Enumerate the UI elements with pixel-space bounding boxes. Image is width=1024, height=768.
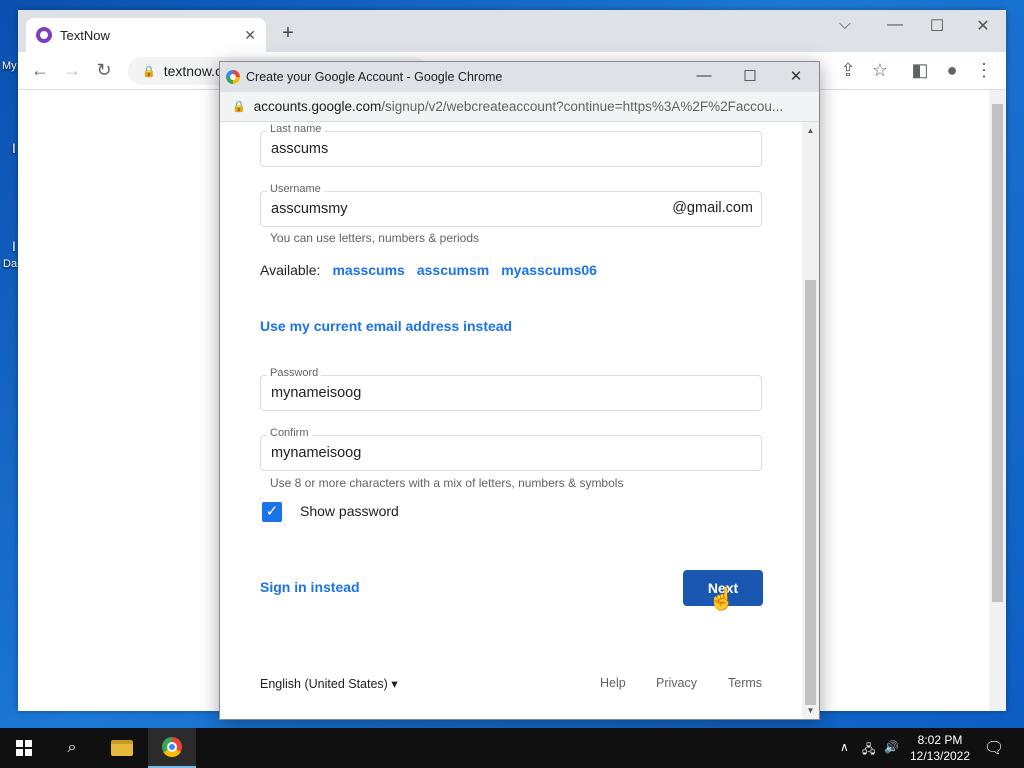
network-icon[interactable]: 🖧	[862, 740, 875, 761]
minimize-button[interactable]: —	[880, 16, 910, 34]
folder-icon	[111, 740, 133, 756]
desktop-icon-label[interactable]: I	[12, 238, 16, 254]
confirm-password-field[interactable]: Confirm mynameisoog	[260, 427, 762, 471]
help-link[interactable]: Help	[600, 676, 626, 690]
menu-icon[interactable]: ⋮	[972, 60, 996, 81]
profile-icon[interactable]: ●	[940, 60, 964, 81]
show-password-checkbox[interactable]: ✓	[262, 502, 282, 522]
password-field[interactable]: Password mynameisoog	[260, 367, 762, 411]
start-button[interactable]	[0, 728, 48, 768]
reload-icon[interactable]: ↻	[92, 60, 116, 81]
suggestion-link[interactable]: masscums	[332, 262, 404, 278]
username-hint: You can use letters, numbers & periods	[270, 231, 480, 245]
url-host: accounts.google.com	[253, 99, 382, 114]
clock-time: 8:02 PM	[917, 733, 963, 747]
username-field[interactable]: Username asscumsmy @gmail.com	[260, 183, 762, 227]
popup-scrollbar[interactable]: ▲ ▼	[802, 122, 819, 719]
field-label: Username	[267, 183, 324, 195]
close-button[interactable]: ✕	[968, 16, 998, 36]
google-signup-popup: Create your Google Account - Google Chro…	[219, 61, 820, 720]
gmail-suffix: @gmail.com	[672, 200, 753, 216]
clock[interactable]: 8:02 PM 12/13/2022	[904, 732, 976, 764]
address-text: textnow.c	[163, 63, 223, 79]
forward-icon[interactable]: →	[60, 60, 84, 81]
available-label: Available:	[260, 262, 321, 278]
file-explorer-button[interactable]	[98, 728, 146, 768]
suggestion-link[interactable]: asscumsm	[417, 262, 489, 278]
minimize-button[interactable]: —	[691, 67, 717, 84]
tab-title: TextNow	[60, 27, 110, 43]
share-icon[interactable]: ⇪	[836, 60, 860, 81]
lock-icon: 🔒	[142, 65, 156, 78]
back-icon[interactable]: ←	[28, 60, 52, 81]
close-button[interactable]: ✕	[783, 67, 809, 85]
field-label: Last name	[267, 123, 325, 135]
field-value: asscumsmy	[271, 201, 348, 217]
sign-in-instead-link[interactable]: Sign in instead	[260, 579, 360, 595]
field-value: asscums	[271, 141, 329, 157]
password-hint: Use 8 or more characters with a mix of l…	[270, 476, 624, 490]
chrome-icon	[162, 737, 182, 757]
clock-date: 12/13/2022	[909, 749, 971, 763]
popup-title: Create your Google Account - Google Chro…	[246, 70, 503, 84]
desktop-icon-label[interactable]: My	[2, 60, 17, 72]
show-password-label[interactable]: Show password	[300, 503, 399, 519]
maximize-button[interactable]: ☐	[922, 16, 952, 36]
new-tab-button[interactable]: +	[276, 22, 300, 45]
star-icon[interactable]: ☆	[868, 60, 892, 81]
tab-textnow[interactable]: TextNow ✕	[26, 18, 266, 52]
desktop-icon-label[interactable]: I	[12, 140, 16, 156]
taskbar: ⌕ ∧ 🖧 🔊 8:02 PM 12/13/2022 🗨	[0, 728, 1024, 768]
maximize-button[interactable]: ☐	[737, 67, 763, 85]
privacy-link[interactable]: Privacy	[656, 676, 697, 690]
url-path: /signup/v2/webcreateaccount?continue=htt…	[381, 99, 784, 114]
signup-form: Last name asscums Username asscumsmy @gm…	[220, 122, 804, 719]
use-current-email-link[interactable]: Use my current email address instead	[260, 318, 512, 334]
field-value: mynameisoog	[271, 385, 362, 401]
field-label: Confirm	[267, 427, 312, 439]
desktop-icon-label[interactable]: Da	[3, 258, 17, 270]
page-scrollbar[interactable]	[989, 90, 1006, 711]
close-icon[interactable]: ✕	[244, 27, 256, 44]
lock-icon: 🔒	[232, 101, 246, 113]
language-selector[interactable]: English (United States)	[260, 676, 398, 691]
tab-strip: TextNow ✕ + ⌵ — ☐ ✕	[18, 10, 1006, 52]
textnow-logo-icon	[36, 27, 52, 43]
side-panel-icon[interactable]: ◧	[908, 60, 932, 81]
notification-icon[interactable]: 🗨	[984, 738, 1004, 758]
field-value: mynameisoog	[271, 445, 362, 461]
available-usernames: Available: masscums asscumsm myasscums06	[260, 262, 597, 278]
windows-icon	[16, 740, 32, 756]
hand-cursor-icon: ☝	[708, 586, 736, 611]
chevron-up-icon[interactable]: ∧	[840, 740, 849, 754]
terms-link[interactable]: Terms	[728, 676, 762, 690]
chevron-down-icon[interactable]: ⌵	[830, 16, 860, 34]
suggestion-link[interactable]: myasscums06	[501, 262, 597, 278]
volume-icon[interactable]: 🔊	[884, 740, 899, 754]
chrome-taskbar-button[interactable]	[148, 728, 196, 768]
popup-url-bar: 🔒 accounts.google.com/signup/v2/webcreat…	[220, 92, 819, 122]
last-name-field[interactable]: Last name asscums	[260, 123, 762, 167]
google-icon	[226, 70, 240, 84]
popup-titlebar[interactable]: Create your Google Account - Google Chro…	[220, 62, 819, 92]
search-icon[interactable]: ⌕	[48, 728, 96, 768]
field-label: Password	[267, 367, 322, 379]
